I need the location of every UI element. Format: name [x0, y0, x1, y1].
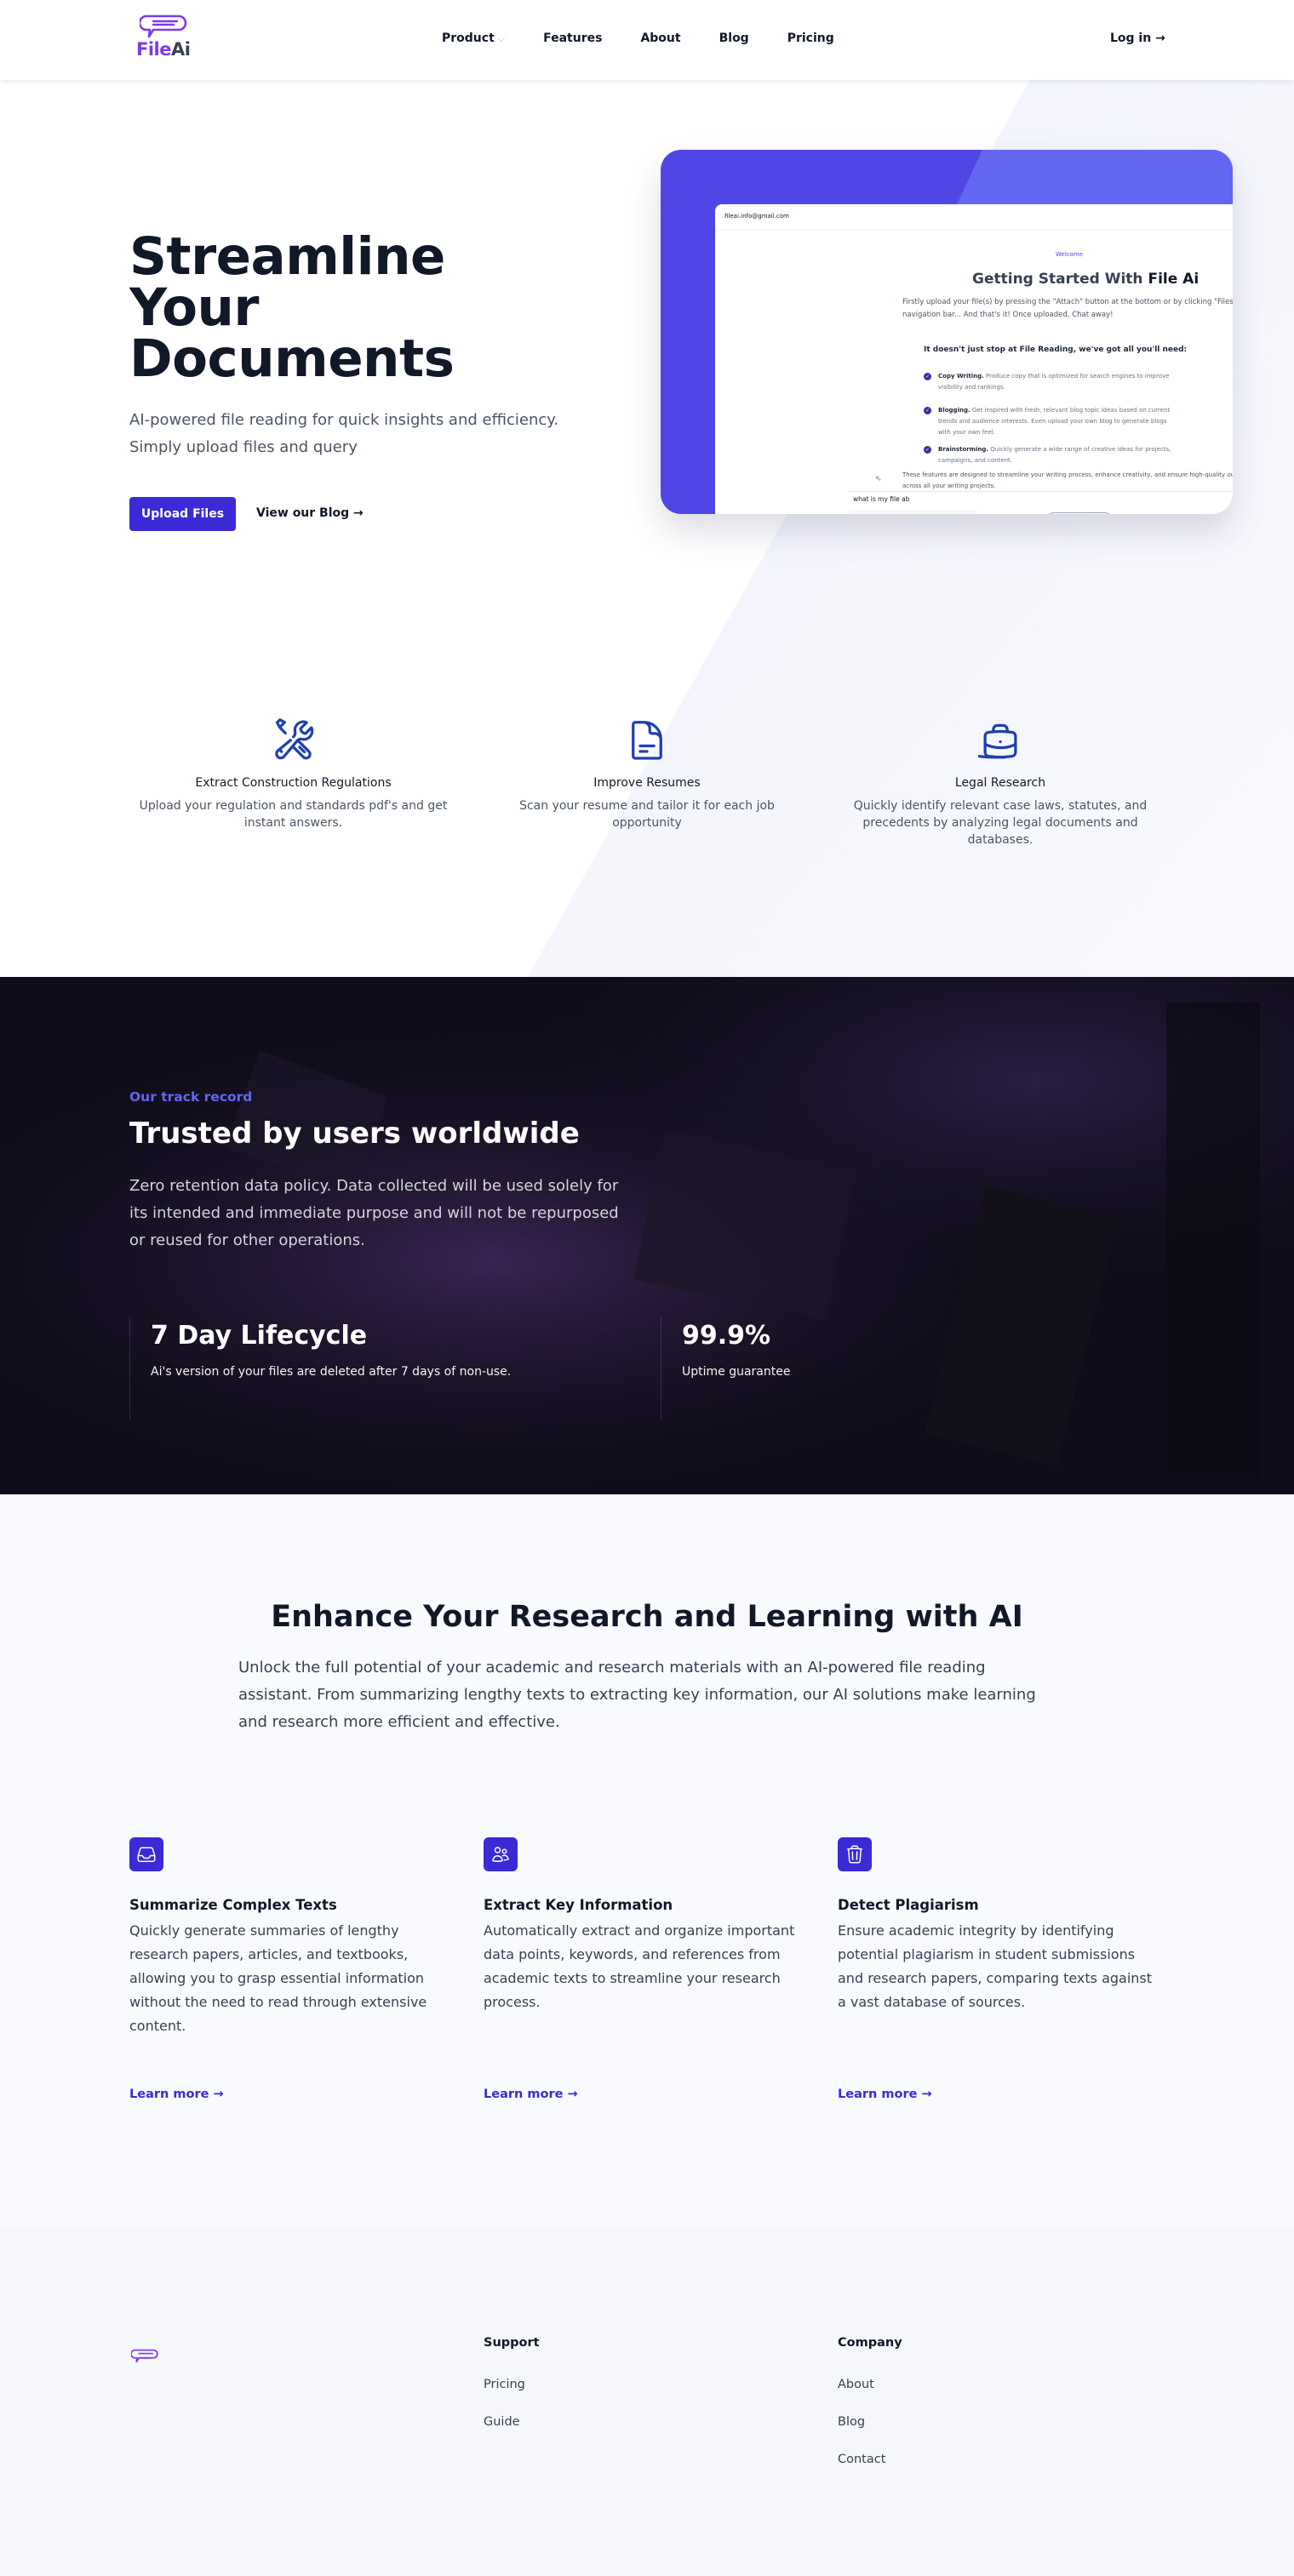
nav-about[interactable]: About — [640, 31, 680, 45]
mockup-chat-input: what is my file ab 🖇 Attachwhat is my fi… — [848, 491, 1233, 514]
app-screenshot-mockup: fileai.info@gmail.com Welcome Getting St… — [661, 150, 1233, 514]
use-case-card: Legal Research Quickly identify relevant… — [843, 718, 1158, 848]
footer-link-blog[interactable]: Blog — [838, 2415, 902, 2429]
mockup-divider — [715, 230, 1233, 231]
hero-subtitle: AI-powered file reading for quick insigh… — [129, 411, 559, 456]
feature-desc: Automatically extract and organize impor… — [484, 1922, 795, 2010]
stat-value: 7 Day Lifecycle — [151, 1321, 368, 1351]
mockup-user-email: fileai.info@gmail.com — [724, 213, 789, 220]
logo-text: FileAi — [136, 39, 191, 60]
feature-title: Summarize Complex Texts — [129, 1897, 337, 1913]
mockup-app-window: fileai.info@gmail.com Welcome Getting St… — [715, 204, 1233, 514]
use-case-card: Improve Resumes Scan your resume and tai… — [507, 718, 787, 831]
research-section: Enhance Your Research and Learning with … — [0, 1494, 1294, 2226]
trash-icon — [846, 1845, 863, 1864]
mockup-list-item: ✓ Brainstorming. Quickly generate a wide … — [924, 446, 1171, 464]
footer-column-company: Company About Blog Contact — [838, 2336, 902, 2466]
nav-blog[interactable]: Blog — [719, 31, 749, 45]
footer-column-support: Support Pricing Guide — [484, 2336, 540, 2429]
learn-more-link[interactable]: Learn more → — [838, 2088, 932, 2101]
feature-icon-box — [838, 1837, 872, 1871]
track-record-section: Our track record Trusted by users worldw… — [0, 977, 1294, 1494]
check-circle-icon: ✓ — [924, 446, 931, 454]
check-circle-icon: ✓ — [924, 373, 931, 380]
use-case-title: Legal Research — [954, 776, 1046, 790]
feature-desc: Ensure academic integrity by identifying… — [838, 1922, 1153, 2010]
use-case-desc: Quickly identify relevant case laws, sta… — [853, 799, 1148, 847]
nav-features[interactable]: Features — [543, 31, 602, 45]
site-header: FileAi Product ⌵ Features About Blog Pric… — [0, 0, 1294, 80]
footer-heading: Company — [838, 2336, 902, 2350]
feature-title: Detect Plagiarism — [838, 1897, 979, 1913]
main-nav: Product ⌵ Features About Blog Pricing — [442, 31, 873, 45]
document-icon — [632, 721, 662, 760]
track-title: Trusted by users worldwide — [129, 1117, 580, 1151]
feature-card: Extract Key Information Automatically ex… — [484, 1837, 807, 2101]
feature-title: Extract Key Information — [484, 1897, 673, 1913]
chevron-down-icon: ⌵ — [497, 33, 506, 44]
learn-more-link[interactable]: Learn more → — [484, 2088, 578, 2101]
users-icon — [492, 1847, 509, 1862]
stat-value: 99.9% — [682, 1321, 771, 1351]
footer-link-guide[interactable]: Guide — [484, 2415, 540, 2429]
mockup-list-item: ✓ Blogging. Get inspired with fresh, rele… — [924, 407, 1171, 436]
site-footer: Support Pricing Guide Company About Blog… — [0, 2226, 1294, 2576]
login-link[interactable]: Log in → — [1110, 31, 1165, 45]
chat-bubble-logo-icon — [130, 2349, 158, 2363]
learn-more-link[interactable]: Learn more → — [129, 2088, 224, 2101]
mouse-cursor-icon: ⇖ — [875, 475, 882, 483]
stat-item: 7 Day Lifecycle Ai's version of your fil… — [129, 1317, 657, 1419]
use-case-desc: Upload your regulation and standards pdf… — [139, 799, 448, 830]
footer-link-pricing[interactable]: Pricing — [484, 2378, 540, 2391]
wrench-screwdriver-icon — [274, 718, 313, 760]
track-description: Zero retention data policy. Data collect… — [129, 1177, 619, 1249]
stat-label: Ai's version of your files are deleted a… — [151, 1365, 512, 1379]
mockup-subheading: It doesn't just stop at File Reading, we… — [924, 346, 1188, 354]
upload-files-button[interactable]: Upload Files — [129, 497, 236, 531]
stat-label: Uptime guarantee — [682, 1365, 791, 1379]
use-case-desc: Scan your resume and tailor it for each … — [519, 799, 775, 830]
research-title: Enhance Your Research and Learning with … — [271, 1600, 1023, 1634]
feature-icon-box — [129, 1837, 163, 1871]
nav-pricing[interactable]: Pricing — [787, 31, 834, 45]
feature-card: Summarize Complex Texts Quickly generate… — [129, 1837, 453, 2101]
logo[interactable]: FileAi — [135, 14, 192, 61]
view-blog-link[interactable]: View our Blog → — [256, 506, 364, 520]
stat-item: 99.9% Uptime guarantee — [661, 1317, 1001, 1419]
mockup-footer-text: These features are designed to streamlin… — [902, 471, 1233, 489]
hero-section: Streamline Your Documents AI-powered fil… — [0, 80, 1294, 977]
briefcase-icon — [978, 723, 1017, 759]
check-circle-icon: ✓ — [924, 407, 931, 414]
footer-link-about[interactable]: About — [838, 2378, 902, 2391]
footer-link-contact[interactable]: Contact — [838, 2453, 902, 2466]
use-case-title: Improve Resumes — [593, 776, 701, 790]
chat-bubble-logo-icon — [140, 14, 187, 38]
inbox-icon — [137, 1847, 156, 1862]
hero-title: Streamline Your Documents — [129, 226, 455, 389]
use-case-card: Extract Construction Regulations Upload … — [129, 718, 457, 831]
footer-logo[interactable] — [130, 2348, 158, 2368]
mockup-intro: Firstly upload your file(s) by pressing … — [902, 298, 1233, 319]
research-description: Unlock the full potential of your academ… — [238, 1659, 1036, 1731]
use-case-title: Extract Construction Regulations — [195, 776, 392, 790]
feature-icon-box — [484, 1837, 518, 1871]
mockup-welcome: Welcome — [1056, 251, 1084, 258]
footer-heading: Support — [484, 2336, 540, 2350]
mockup-files-select: Your Files ⌄ — [1047, 512, 1112, 514]
nav-product[interactable]: Product ⌵ — [442, 31, 505, 45]
track-eyebrow: Our track record — [129, 1089, 253, 1105]
feature-desc: Quickly generate summaries of lengthy re… — [129, 1922, 427, 2034]
feature-card: Detect Plagiarism Ensure academic integr… — [838, 1837, 1161, 2101]
mockup-attach-button: 🖇 Attachwhat is my file about — [850, 511, 977, 514]
mockup-heading: Getting Started With File Ai — [972, 271, 1200, 288]
mockup-list-item: ✓ Copy Writing. Produce copy that is opti… — [924, 373, 1170, 391]
